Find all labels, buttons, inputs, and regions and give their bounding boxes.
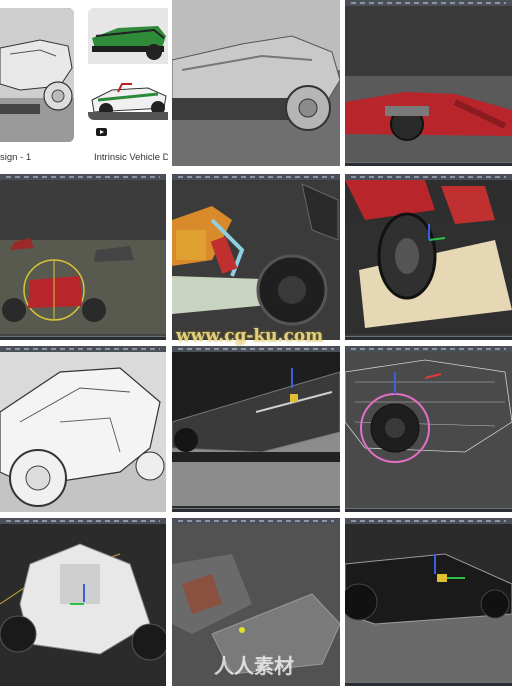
watermark-url: www.cg-ku.com (176, 326, 324, 346)
card-thumbnail (0, 8, 74, 142)
gallery-tile-gizmo-viewport[interactable] (0, 174, 166, 340)
gallery-tile-suspension-render[interactable] (172, 174, 340, 340)
gizmo-viewport-render (0, 180, 166, 334)
video-play-icon (96, 128, 107, 136)
gallery-tile-wheel-render[interactable] (345, 174, 512, 340)
viewport-timeline (345, 336, 512, 340)
white-sketch-render (0, 352, 166, 512)
gallery-tile-chassis-render[interactable] (345, 0, 512, 166)
viewport-timeline (172, 508, 340, 512)
dark-frame-render (345, 524, 512, 686)
card-thumbnail (88, 8, 168, 120)
gallery-tile-vehicle-card[interactable]: Intrinsic Vehicle D (86, 0, 168, 166)
vehicle-sketch-thumbnail (0, 8, 74, 142)
card-caption[interactable]: Intrinsic Vehicle D (94, 152, 168, 163)
gallery-tile-white-sketch[interactable] (0, 346, 166, 512)
white-car-render (0, 524, 166, 686)
wireframe-render (345, 352, 512, 506)
gallery-tile-white-car[interactable] (0, 518, 166, 686)
suspension-render (172, 180, 340, 334)
viewport-timeline (0, 336, 166, 340)
viewport-timeline (345, 508, 512, 512)
watermark-brand: 人人素材 (214, 654, 294, 678)
card-caption[interactable]: sign - 1 (0, 152, 31, 163)
viewport-timeline (345, 162, 512, 166)
gray-vehicle-render (172, 0, 340, 166)
racing-vehicle-thumbnail (88, 8, 168, 120)
gallery-tile-dark-vehicle[interactable] (172, 346, 340, 512)
viewport-timeline (345, 682, 512, 686)
gallery-tile-gray-render[interactable] (172, 0, 340, 166)
wheel-render (345, 180, 512, 334)
red-chassis-render (345, 6, 512, 166)
gallery-tile-sketch-card[interactable]: sign - 1 (0, 0, 80, 166)
gallery-tile-wireframe[interactable] (345, 346, 512, 512)
dark-vehicle-render (172, 352, 340, 506)
gallery-tile-dark-frame[interactable] (345, 518, 512, 686)
image-gallery-grid: sign - 1 Intrinsic Vehicle D www.cg-ku.c… (0, 0, 512, 686)
